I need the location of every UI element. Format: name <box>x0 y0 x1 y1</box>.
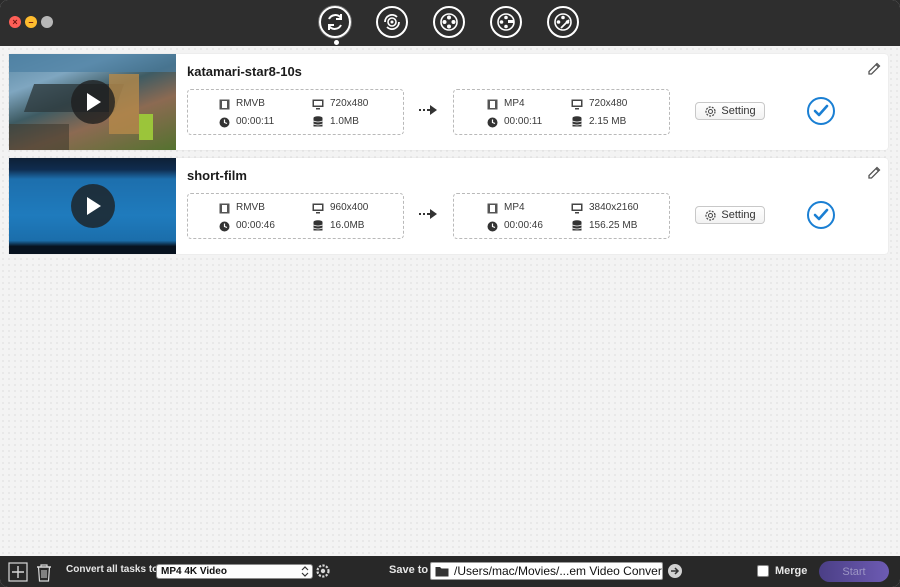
edit-name-icon[interactable] <box>866 61 882 77</box>
target-info-box: MP4 3840x2160 00:00:46 156.25 MB <box>453 193 670 239</box>
checkmark-icon <box>813 104 829 117</box>
arrow-right-icon <box>671 567 680 575</box>
source-resolution: 720x480 <box>311 97 368 111</box>
merge-label: Merge <box>775 565 808 577</box>
monitor-icon <box>311 97 325 111</box>
source-duration: 00:00:11 <box>217 115 274 129</box>
clock-icon <box>217 219 231 233</box>
play-button[interactable] <box>71 80 115 124</box>
source-format: RMVB <box>217 97 265 111</box>
minimize-icon: – <box>28 17 34 27</box>
convert-all-format-select[interactable]: MP4 4K Video <box>156 564 313 579</box>
target-duration: 00:00:11 <box>485 115 542 129</box>
task-complete-checkmark[interactable] <box>807 97 835 125</box>
task-title: katamari-star8-10s <box>187 64 302 79</box>
target-format: MP4 <box>485 201 525 215</box>
source-info-box: RMVB 720x480 00:00:11 1.0MB <box>187 89 404 135</box>
source-size: 1.0MB <box>311 115 359 129</box>
task-row: short-film RMVB 960x400 00:00:46 16.0MB <box>9 158 888 254</box>
bottom-toolbar: Convert all tasks to MP4 4K Video Save t… <box>0 556 900 587</box>
film-strip-icon <box>485 97 499 111</box>
film-reel-edit-icon <box>497 13 515 31</box>
source-resolution: 960x400 <box>311 201 368 215</box>
film-strip-icon <box>217 201 231 215</box>
monitor-icon <box>570 201 584 215</box>
edit-name-icon[interactable] <box>866 165 882 181</box>
close-icon: × <box>12 17 18 27</box>
task-row: katamari-star8-10s RMVB 720x480 00:00:11… <box>9 54 888 150</box>
convert-all-label: Convert all tasks to <box>66 564 159 575</box>
select-caret-icon <box>301 566 309 577</box>
database-icon <box>311 115 325 129</box>
save-to-label: Save to <box>389 564 429 576</box>
clock-icon <box>217 115 231 129</box>
task-list: katamari-star8-10s RMVB 720x480 00:00:11… <box>0 46 900 556</box>
minimize-window-button[interactable]: – <box>25 16 37 28</box>
target-info-box: MP4 720x480 00:00:11 2.15 MB <box>453 89 670 135</box>
trash-icon[interactable] <box>34 562 54 582</box>
monitor-icon <box>311 201 325 215</box>
convert-arrow-icon <box>419 105 437 115</box>
play-button[interactable] <box>71 184 115 228</box>
merge-checkbox[interactable] <box>757 565 769 577</box>
film-reel-edit-button[interactable] <box>490 6 522 38</box>
task-title: short-film <box>187 168 247 183</box>
target-resolution: 720x480 <box>570 97 627 111</box>
film-strip-icon <box>217 97 231 111</box>
clock-icon <box>485 219 499 233</box>
play-icon <box>87 197 101 215</box>
task-complete-checkmark[interactable] <box>807 201 835 229</box>
database-icon <box>311 219 325 233</box>
checkmark-icon <box>813 208 829 221</box>
zoom-window-button[interactable] <box>41 16 53 28</box>
database-icon <box>570 115 584 129</box>
folder-icon <box>435 567 449 577</box>
source-duration: 00:00:46 <box>217 219 275 233</box>
format-settings-gear-icon[interactable] <box>315 563 331 579</box>
database-icon <box>570 219 584 233</box>
convert-arrow-icon <box>419 209 437 219</box>
gear-icon <box>704 209 717 222</box>
film-reel-tools-button[interactable] <box>547 6 579 38</box>
close-window-button[interactable]: × <box>9 16 21 28</box>
active-mode-indicator <box>334 40 339 45</box>
start-button[interactable]: Start <box>819 561 889 582</box>
target-resolution: 3840x2160 <box>570 201 639 215</box>
open-folder-button[interactable] <box>668 564 682 578</box>
film-reel-add-icon <box>440 13 458 31</box>
source-info-box: RMVB 960x400 00:00:46 16.0MB <box>187 193 404 239</box>
convert-mode-icon <box>328 14 342 30</box>
film-reel-tools-icon <box>554 13 572 31</box>
target-size: 2.15 MB <box>570 115 626 129</box>
target-duration: 00:00:46 <box>485 219 543 233</box>
app-window: × – katamari-star8-10s RMVB 720x480 00:0… <box>0 0 900 587</box>
source-format: RMVB <box>217 201 265 215</box>
setting-button[interactable]: Setting <box>695 206 765 224</box>
rotate-mode-button[interactable] <box>376 6 408 38</box>
target-format: MP4 <box>485 97 525 111</box>
rotate-mode-icon <box>384 14 400 30</box>
film-strip-icon <box>485 201 499 215</box>
clock-icon <box>485 115 499 129</box>
target-size: 156.25 MB <box>570 219 637 233</box>
play-icon <box>87 93 101 111</box>
gear-icon <box>704 105 717 118</box>
video-thumbnail[interactable] <box>9 158 176 254</box>
film-reel-add-button[interactable] <box>433 6 465 38</box>
video-thumbnail[interactable] <box>9 54 176 150</box>
monitor-icon <box>570 97 584 111</box>
setting-button[interactable]: Setting <box>695 102 765 120</box>
convert-mode-button[interactable] <box>319 6 351 38</box>
title-bar: × – <box>0 0 900 46</box>
source-size: 16.0MB <box>311 219 364 233</box>
add-file-icon[interactable] <box>8 562 28 582</box>
save-path-field[interactable]: /Users/mac/Movies/...em Video Converter <box>430 562 663 580</box>
